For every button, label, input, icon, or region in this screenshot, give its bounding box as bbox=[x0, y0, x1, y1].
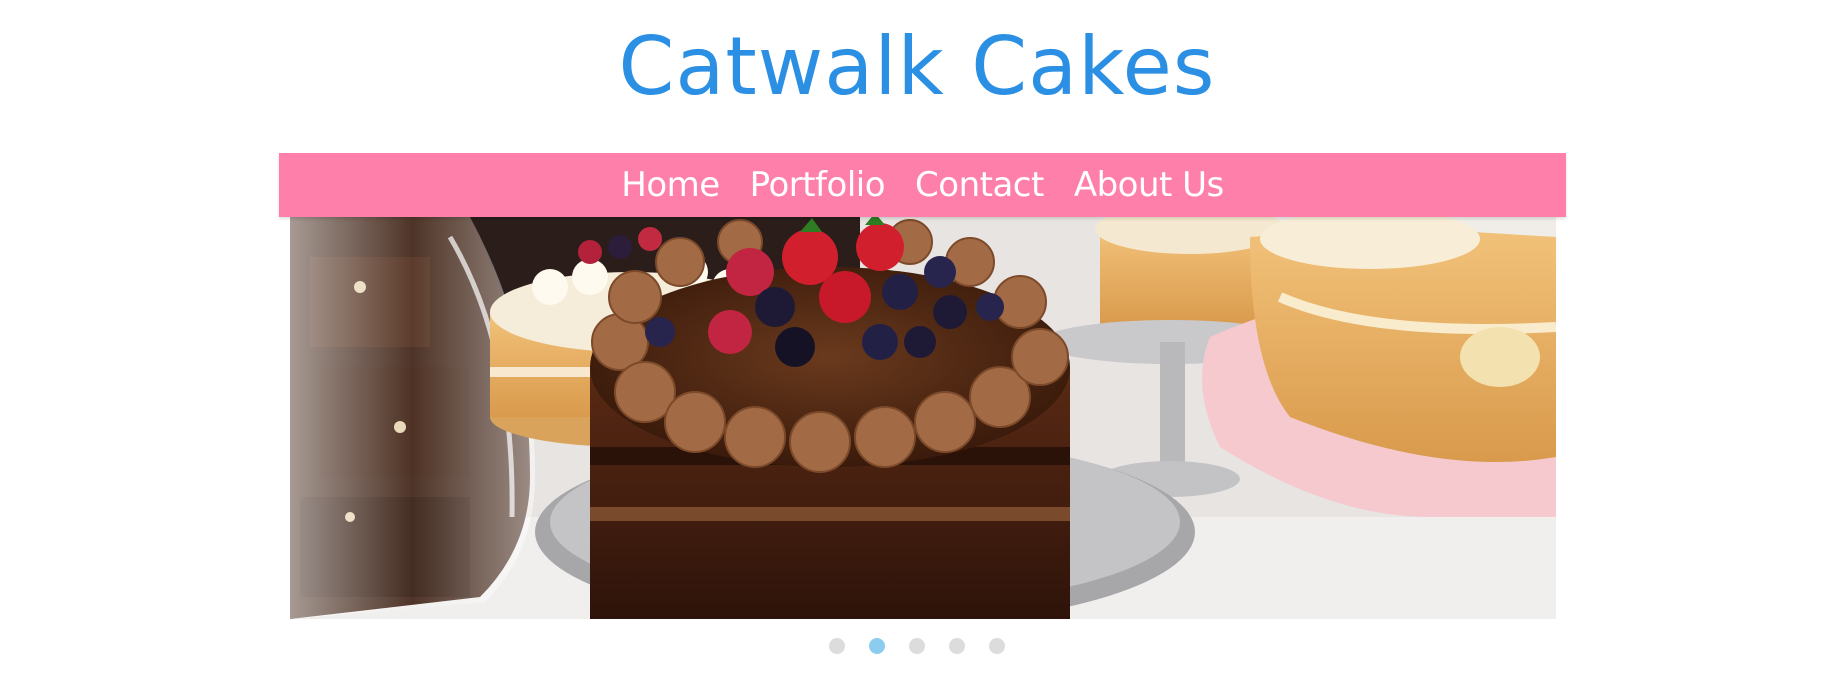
slide-dot-2-active[interactable] bbox=[869, 638, 885, 654]
slide-dot-3[interactable] bbox=[909, 638, 925, 654]
main-nav: Home Portfolio Contact About Us bbox=[279, 153, 1566, 217]
slideshow-pagination bbox=[0, 638, 1834, 654]
slide-dot-5[interactable] bbox=[989, 638, 1005, 654]
nav-home[interactable]: Home bbox=[621, 165, 720, 205]
site-title: Catwalk Cakes bbox=[618, 20, 1216, 113]
slide-dot-1[interactable] bbox=[829, 638, 845, 654]
nav-contact[interactable]: Contact bbox=[915, 165, 1044, 205]
cake-photo bbox=[290, 217, 1556, 619]
nav-portfolio[interactable]: Portfolio bbox=[750, 165, 886, 205]
hero-slideshow[interactable] bbox=[290, 217, 1556, 619]
slide-dot-4[interactable] bbox=[949, 638, 965, 654]
nav-about-us[interactable]: About Us bbox=[1074, 165, 1224, 205]
